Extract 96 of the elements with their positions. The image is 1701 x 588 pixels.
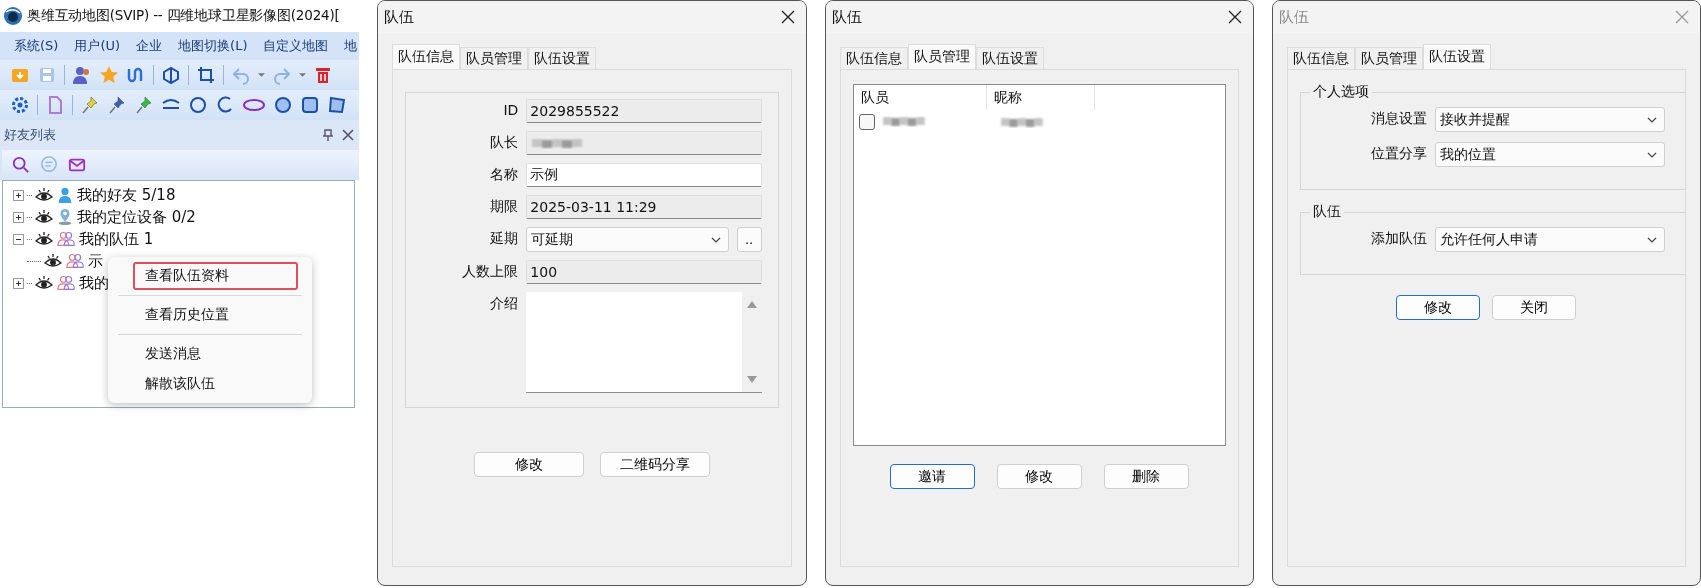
- people-icon: [65, 252, 85, 270]
- dialog-title: 队伍: [1278, 7, 1309, 27]
- expand-icon[interactable]: [13, 211, 24, 223]
- menu-item[interactable]: 用户(U): [74, 37, 121, 55]
- field-label: 消息设置: [1369, 109, 1427, 128]
- trash-icon[interactable]: [313, 65, 333, 85]
- tree-item[interactable]: 我的队伍 1: [79, 229, 154, 249]
- star-icon[interactable]: [99, 65, 119, 85]
- circle-icon[interactable]: [188, 95, 208, 115]
- tree-item[interactable]: 我的好友 5/18: [77, 185, 176, 205]
- field-label: 位置分享: [1369, 144, 1427, 163]
- people-icon: [56, 274, 76, 292]
- panel-title: 好友列表: [4, 126, 56, 144]
- pin-icon[interactable]: [321, 128, 336, 142]
- field-label: ID: [502, 101, 519, 120]
- menu-item[interactable]: 查看历史位置: [133, 301, 298, 329]
- dialog-button[interactable]: 删除: [1103, 464, 1189, 489]
- dialog-title: 队伍: [384, 7, 415, 27]
- field-label: 添加队伍: [1369, 229, 1427, 248]
- mail-icon[interactable]: [68, 156, 86, 174]
- eye-icon: [44, 253, 62, 269]
- menu-item[interactable]: 地图切换(L): [178, 37, 248, 55]
- expand-icon[interactable]: [13, 277, 24, 289]
- dialog-button[interactable]: 修改: [1396, 295, 1481, 320]
- arc-icon[interactable]: [215, 95, 235, 115]
- pushpin-icon[interactable]: [80, 95, 100, 115]
- field-label: 人数上限: [461, 262, 519, 281]
- tab[interactable]: 队员管理: [1354, 47, 1423, 69]
- tab[interactable]: 队伍信息: [1286, 47, 1355, 69]
- tab[interactable]: 队伍设置: [1422, 44, 1491, 69]
- menu-item[interactable]: 发送消息: [133, 340, 298, 368]
- checkbox[interactable]: [858, 114, 875, 130]
- dialog-title: 队伍: [831, 7, 862, 27]
- tab[interactable]: 队员管理: [460, 47, 529, 69]
- tree-item[interactable]: 我的: [79, 273, 109, 293]
- field-label: 介绍: [489, 294, 519, 313]
- collapse-icon[interactable]: [13, 233, 24, 245]
- menu-item[interactable]: 企业: [136, 37, 163, 55]
- close-icon[interactable]: [1226, 9, 1243, 25]
- tab[interactable]: 队伍信息: [392, 44, 461, 69]
- caret-icon: [258, 73, 265, 77]
- field-label: 期限: [489, 197, 519, 216]
- tab[interactable]: 队伍信息: [839, 47, 908, 69]
- users-icon[interactable]: [72, 65, 92, 85]
- tree-item[interactable]: 我的定位设备 0/2: [77, 207, 196, 227]
- field-label: 延期: [489, 229, 519, 248]
- readonly-field[interactable]: [526, 131, 762, 155]
- eye-icon: [35, 187, 53, 203]
- column-header[interactable]: 队员: [853, 85, 987, 110]
- dialog-button[interactable]: 修改: [473, 452, 584, 477]
- pushpin-icon[interactable]: [107, 95, 127, 115]
- group-title: 队伍: [1309, 203, 1344, 221]
- menu-item[interactable]: 地: [344, 37, 358, 55]
- caret-icon: [299, 73, 306, 77]
- column-header[interactable]: 昵称: [986, 85, 1095, 110]
- scroll-up-icon: [746, 300, 757, 308]
- eye-icon: [35, 209, 53, 225]
- window-title: 奥维互动地图(SVIP) -- 四维地球卫星影像图(2024)[: [27, 7, 340, 25]
- group-title: 个人选项: [1309, 83, 1372, 101]
- dropdown[interactable]: 可延期: [526, 227, 729, 252]
- eye-icon: [35, 275, 53, 291]
- menu-item[interactable]: 系统(S): [14, 37, 59, 55]
- people-icon: [56, 230, 76, 248]
- menu-item[interactable]: 自定义地图: [263, 37, 329, 55]
- dropdown[interactable]: 我的位置: [1434, 142, 1665, 167]
- tree-item[interactable]: 示: [88, 251, 103, 271]
- more-button[interactable]: ..: [736, 227, 762, 252]
- field-label: 名称: [489, 165, 519, 184]
- dropdown[interactable]: 接收并提醒: [1434, 107, 1665, 132]
- tab[interactable]: 队伍设置: [975, 47, 1044, 69]
- search-icon[interactable]: [12, 156, 30, 174]
- person-icon: [56, 186, 74, 204]
- input-field[interactable]: 示例: [526, 163, 762, 187]
- readonly-field[interactable]: 2029855522: [526, 99, 762, 123]
- menu-item[interactable]: 解散该队伍: [133, 370, 298, 398]
- menu-item[interactable]: 查看队伍资料: [133, 262, 298, 290]
- readonly-field[interactable]: 2025-03-11 11:29: [526, 195, 762, 219]
- close-icon[interactable]: [779, 9, 796, 25]
- field-label: 队长: [489, 133, 519, 152]
- tab[interactable]: 队伍设置: [528, 47, 597, 69]
- globe-logo-icon: [3, 6, 23, 26]
- eye-icon: [35, 231, 53, 247]
- dialog-button[interactable]: 邀请: [889, 464, 975, 489]
- tab[interactable]: 队员管理: [907, 44, 976, 69]
- dialog-button[interactable]: 修改: [996, 464, 1082, 489]
- pushpin-icon[interactable]: [134, 95, 154, 115]
- expand-icon[interactable]: [13, 189, 24, 201]
- cube-icon[interactable]: [161, 65, 181, 85]
- scroll-down-icon: [746, 376, 757, 384]
- dropdown[interactable]: 允许任何人申请: [1434, 227, 1665, 252]
- readonly-field[interactable]: 100: [526, 260, 762, 284]
- gear-icon[interactable]: [10, 95, 30, 115]
- location-pin-icon: [56, 208, 74, 226]
- crop-icon[interactable]: [196, 65, 216, 85]
- dialog-button[interactable]: 二维码分享: [599, 452, 710, 477]
- dialog-button[interactable]: 关闭: [1492, 295, 1577, 320]
